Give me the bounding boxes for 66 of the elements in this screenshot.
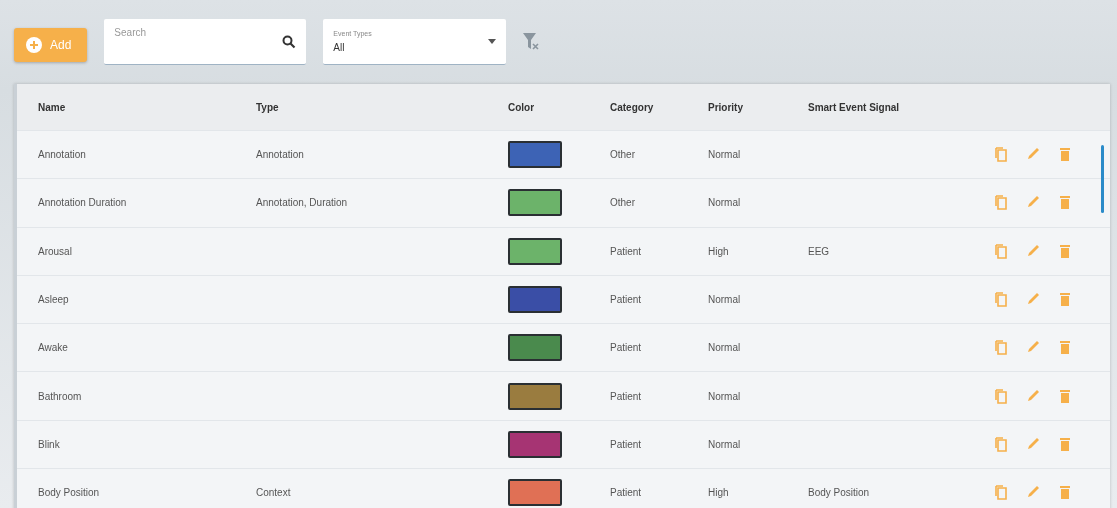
type-cell-text: Context [256,487,292,499]
dropdown-value: All [333,42,346,53]
edit-pencil-icon[interactable] [1027,388,1040,402]
name-cell-text: Annotation [38,149,87,161]
signal-cell-text: Body Position [808,487,871,499]
category-cell-text: Patient [610,487,643,499]
category-cell-text: Other [610,197,636,209]
copy-icon[interactable] [995,147,1007,163]
category-cell-text: Patient [610,342,643,354]
priority-cell-text: Normal [708,342,742,354]
name-cell-text: Annotation Duration [38,197,128,209]
dropdown-arrow-icon [488,39,497,44]
priority-cell-text: Normal [708,294,742,306]
delete-trash-icon[interactable] [1060,340,1070,355]
copy-icon[interactable] [995,485,1007,501]
copy-icon[interactable] [995,340,1007,356]
column-header[interactable]: Smart Event Signal [808,101,990,113]
copy-icon[interactable] [995,195,1007,211]
type-cell-text: Annotation, Duration [256,197,349,209]
category-cell-text: Patient [610,390,643,402]
search-icon [282,35,297,49]
delete-trash-icon[interactable] [1060,243,1070,258]
name-cell-text: Asleep [38,294,70,306]
edit-pencil-icon[interactable] [1027,292,1040,306]
delete-trash-icon[interactable] [1060,485,1070,500]
plus-circle-icon [26,37,42,53]
delete-trash-icon[interactable] [1060,436,1070,451]
edit-pencil-icon[interactable] [1027,243,1040,257]
priority-cell-text: Normal [708,438,742,450]
delete-trash-icon[interactable] [1060,388,1070,403]
delete-trash-icon[interactable] [1060,147,1070,162]
clear-filter-icon[interactable] [523,33,540,51]
category-cell-text: Patient [610,438,643,450]
priority-cell-text: Normal [708,197,742,209]
copy-icon[interactable] [995,243,1007,259]
priority-cell-text: Normal [708,149,742,161]
edit-pencil-icon[interactable] [1027,436,1040,450]
scrollbar-thumb[interactable] [1101,145,1104,213]
delete-trash-icon[interactable] [1060,195,1070,210]
priority-cell-text: High [708,245,730,257]
column-header[interactable]: Type [256,101,508,113]
delete-trash-icon[interactable] [1060,292,1070,307]
edit-pencil-icon[interactable] [1027,195,1040,209]
name-cell-text: Bathroom [38,390,83,402]
edit-pencil-icon[interactable] [1027,340,1040,354]
name-cell-text: Awake [38,342,69,354]
priority-cell-text: Normal [708,390,742,402]
priority-cell-text: High [708,487,730,499]
edit-pencil-icon[interactable] [1027,485,1040,499]
edit-pencil-icon[interactable] [1027,147,1040,161]
name-cell-text: Arousal [38,245,73,257]
copy-icon[interactable] [995,388,1007,404]
search-field[interactable]: Search [104,19,307,65]
column-header[interactable]: Name [38,101,256,113]
category-cell-text: Patient [610,294,643,306]
category-cell-text: Other [610,149,636,161]
name-cell-text: Body Position [38,487,101,499]
column-header[interactable]: Priority [708,101,808,113]
column-header[interactable]: Color [508,101,610,113]
column-header[interactable]: Category [610,101,708,113]
signal-cell-text: EEG [808,245,831,257]
name-cell-text: Blink [38,438,61,450]
category-cell-text: Patient [610,245,643,257]
copy-icon[interactable] [995,292,1007,308]
copy-icon[interactable] [995,436,1007,452]
type-cell-text: Annotation [256,149,305,161]
